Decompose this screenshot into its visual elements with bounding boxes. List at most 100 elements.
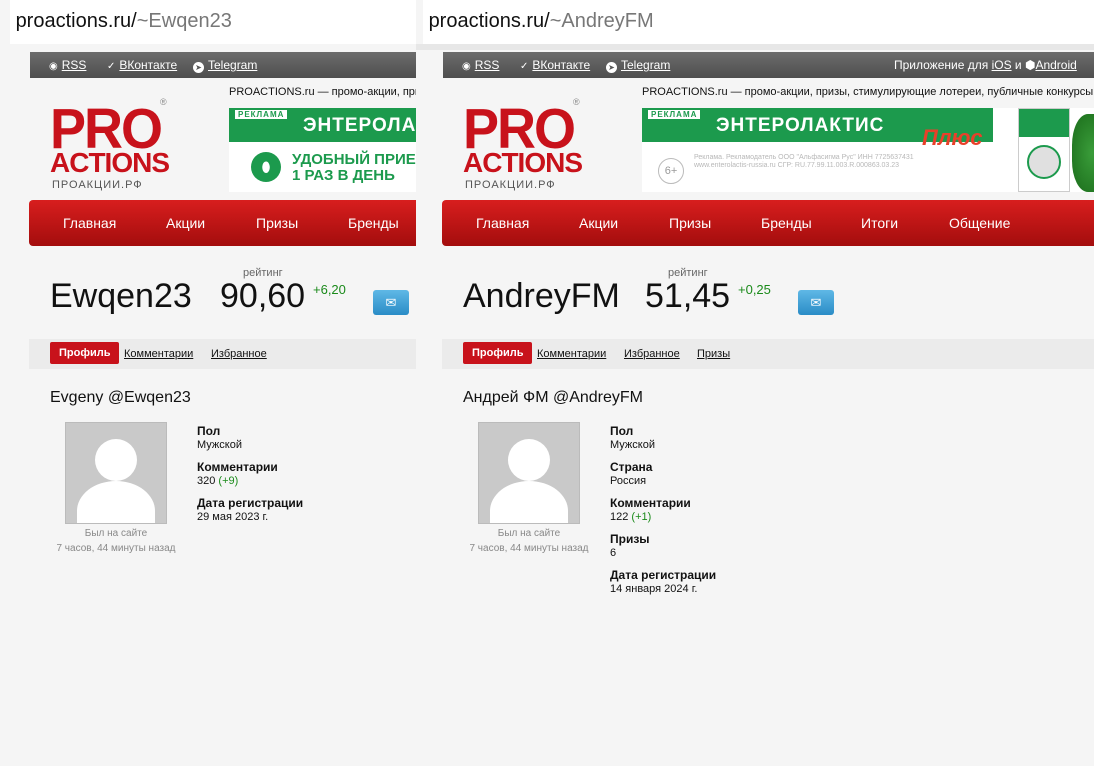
tab-comments[interactable]: Комментарии bbox=[537, 348, 606, 360]
logo-actions: ACTIONS bbox=[463, 147, 583, 178]
vk-icon: ✓ bbox=[520, 61, 529, 72]
telegram-icon: ➤ bbox=[606, 62, 617, 73]
tab-favorites[interactable]: Избранное bbox=[211, 348, 267, 360]
profile-tabs: Профиль Комментарии Избранное Призы bbox=[442, 339, 1094, 369]
last-seen-time: 7 часов, 44 минуты назад bbox=[56, 543, 176, 554]
ad-banner[interactable]: РЕКЛАМА ЭНТЕРОЛАКТИС ⬮ УДОБНЫЙ ПРИЕМ 1 Р… bbox=[229, 108, 416, 192]
gender-label: Пол bbox=[197, 424, 221, 438]
site-tagline: PROACTIONS.ru — промо-акции, призы, стим… bbox=[642, 86, 1094, 98]
site-logo[interactable]: PRO ® ACTIONS ПРОАКЦИИ.РФ bbox=[463, 97, 593, 195]
vk-link[interactable]: ✓ ВКонтакте bbox=[107, 58, 177, 72]
telegram-icon: ➤ bbox=[193, 62, 204, 73]
rss-icon: ◉ bbox=[49, 61, 58, 72]
telegram-link[interactable]: ➤ Telegram bbox=[193, 58, 257, 73]
ad-badge: РЕКЛАМА bbox=[235, 110, 288, 119]
tab-prizes[interactable]: Призы bbox=[697, 348, 730, 360]
profile-username: AndreyFM bbox=[463, 277, 620, 315]
registered-mark: ® bbox=[160, 97, 167, 107]
ad-plus: Плюс bbox=[922, 125, 983, 150]
tab-favorites[interactable]: Избранное bbox=[624, 348, 680, 360]
envelope-icon: ✉ bbox=[385, 295, 397, 310]
gender-value: Мужской bbox=[610, 439, 655, 451]
ad-badge: РЕКЛАМА bbox=[648, 110, 701, 119]
url-host: proactions.ru/ bbox=[15, 10, 137, 32]
url-host: proactions.ru/ bbox=[428, 10, 550, 32]
address-bar[interactable]: proactions.ru/~AndreyFM bbox=[423, 0, 1094, 44]
profile-fields: Пол Мужской Страна Россия Комментарии 12… bbox=[610, 424, 910, 604]
nav-item-prizes[interactable]: Призы bbox=[669, 215, 711, 231]
last-seen-label: Был на сайте bbox=[497, 528, 561, 539]
country-value: Россия bbox=[610, 475, 647, 487]
last-seen-label: Был на сайте bbox=[84, 528, 148, 539]
gender-label: Пол bbox=[610, 424, 634, 438]
avatar bbox=[65, 422, 167, 524]
registered-mark: ® bbox=[573, 97, 580, 107]
android-icon: ⬢ bbox=[1024, 58, 1036, 72]
registered-value: 14 января 2024 г. bbox=[610, 583, 698, 595]
nav-item-results[interactable]: Итоги bbox=[861, 215, 898, 231]
ios-link[interactable]: iOS bbox=[992, 58, 1012, 72]
comments-value: 122 (+1) bbox=[610, 511, 652, 523]
rss-link[interactable]: ◉ RSS bbox=[49, 58, 86, 72]
profile-full-name: Андрей ФМ @AndreyFM bbox=[463, 389, 643, 406]
avatar bbox=[478, 422, 580, 524]
comments-label: Комментарии bbox=[197, 460, 278, 474]
nav-item-brands[interactable]: Бренды bbox=[348, 215, 399, 231]
vk-icon: ✓ bbox=[107, 61, 116, 72]
android-link[interactable]: Android bbox=[1035, 58, 1076, 72]
logo-domain: ПРОАКЦИИ.РФ bbox=[52, 179, 143, 191]
product-leaf-image bbox=[1072, 114, 1094, 192]
country-label: Страна bbox=[610, 460, 653, 474]
tab-profile[interactable]: Профиль bbox=[463, 342, 533, 364]
profile-screenshot-andreyfm: proactions.ru/~AndreyFM ◉ RSS ✓ ВКонтакте … bbox=[416, 0, 1094, 766]
nav-item-prizes[interactable]: Призы bbox=[256, 215, 298, 231]
registered-label: Дата регистрации bbox=[610, 568, 717, 582]
logo-domain: ПРОАКЦИИ.РФ bbox=[465, 179, 556, 191]
telegram-link[interactable]: ➤ Telegram bbox=[606, 58, 670, 73]
rss-link[interactable]: ◉ RSS bbox=[462, 58, 499, 72]
nav-item-home[interactable]: Главная bbox=[63, 215, 116, 231]
tab-profile[interactable]: Профиль bbox=[50, 342, 120, 364]
main-nav: Главная Акции Призы Бренды bbox=[29, 200, 416, 246]
rating-delta: +0,25 bbox=[738, 282, 771, 297]
profile-tabs: Профиль Комментарии Избранное bbox=[29, 339, 416, 369]
rating-delta: +6,20 bbox=[313, 282, 346, 297]
age-rating: 6+ bbox=[658, 158, 684, 184]
url-path: ~AndreyFM bbox=[549, 10, 654, 32]
site-tagline: PROACTIONS.ru — промо-акции, призы, стим… bbox=[229, 86, 416, 98]
rss-icon: ◉ bbox=[462, 61, 471, 72]
product-package bbox=[1018, 108, 1070, 192]
ad-title: ЭНТЕРОЛАКТИС bbox=[303, 115, 416, 136]
ad-title: ЭНТЕРОЛАКТИС bbox=[716, 115, 885, 136]
vk-link[interactable]: ✓ ВКонтакте bbox=[520, 58, 590, 72]
app-links: Приложение для iOS и ⬢Android bbox=[894, 58, 1077, 72]
site-logo[interactable]: PRO ® ACTIONS ПРОАКЦИИ.РФ bbox=[50, 97, 180, 195]
ad-disclaimer: Реклама. Рекламодатель ООО "Альфасигма Р… bbox=[694, 154, 914, 169]
registered-value: 29 мая 2023 г. bbox=[197, 511, 269, 523]
prizes-value: 6 bbox=[610, 547, 617, 559]
logo-actions: ACTIONS bbox=[50, 147, 170, 178]
nav-item-brands[interactable]: Бренды bbox=[761, 215, 812, 231]
registered-label: Дата регистрации bbox=[197, 496, 304, 510]
rating-value: 51,45 bbox=[645, 277, 731, 315]
comments-delta: (+1) bbox=[631, 511, 652, 523]
nav-item-promos[interactable]: Акции bbox=[166, 215, 205, 231]
nav-item-home[interactable]: Главная bbox=[476, 215, 529, 231]
main-nav: Главная Акции Призы Бренды Итоги Общение bbox=[442, 200, 1094, 246]
pill-icon: ⬮ bbox=[251, 152, 281, 182]
address-bar[interactable]: proactions.ru/~Ewqen23 bbox=[10, 0, 416, 44]
nav-item-community[interactable]: Общение bbox=[949, 215, 1010, 231]
ad-banner[interactable]: РЕКЛАМА ЭНТЕРОЛАКТИС Плюс 6+ Реклама. Ре… bbox=[642, 108, 1094, 192]
top-links-bar: ◉ RSS ✓ ВКонтакте ➤ Telegram bbox=[30, 52, 416, 78]
nav-item-promos[interactable]: Акции bbox=[579, 215, 618, 231]
last-seen-time: 7 часов, 44 минуты назад bbox=[469, 543, 589, 554]
top-links-bar: ◉ RSS ✓ ВКонтакте ➤ Telegram Приложение для… bbox=[443, 52, 1094, 78]
tab-comments[interactable]: Комментарии bbox=[124, 348, 193, 360]
comments-delta: (+9) bbox=[218, 475, 239, 487]
ad-slogan: УДОБНЫЙ ПРИЕМ 1 РАЗ В ДЕНЬ bbox=[292, 151, 416, 184]
gender-value: Мужской bbox=[197, 439, 242, 451]
envelope-icon: ✉ bbox=[810, 295, 822, 310]
profile-fields: Пол Мужской Комментарии 320 (+9) Дата ре… bbox=[197, 424, 416, 532]
send-message-button[interactable]: ✉ bbox=[798, 290, 834, 315]
send-message-button[interactable]: ✉ bbox=[373, 290, 409, 315]
